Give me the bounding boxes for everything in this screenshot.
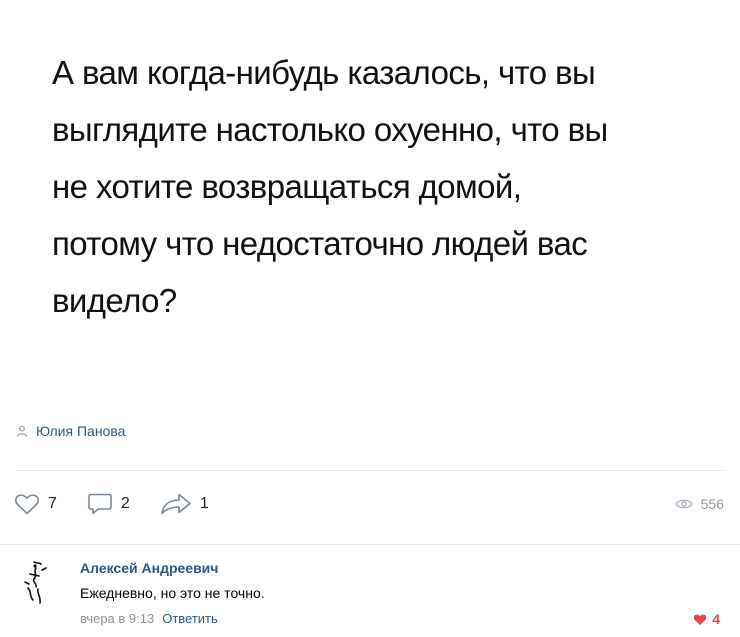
post-text-line: А вам когда-нибудь казалось, что вы [52,54,596,91]
heart-icon [15,494,39,515]
post-text-line: не хотите возвращаться домой, [52,168,522,205]
user-icon [16,425,28,437]
comment-button[interactable]: 2 [87,492,130,516]
post-text-line: видело? [52,282,177,319]
comment-icon [88,493,112,515]
divider [16,470,724,471]
comment-like-count: 4 [712,611,720,627]
comment-meta: вчера в 9:13 Ответить [80,611,218,626]
heart-icon [694,614,707,625]
post-actions: 7 2 1 [14,492,239,516]
post-text-line: потому что недостаточно людей вас [52,225,588,262]
post-author-signature[interactable]: Юлия Панова [16,423,125,439]
post-text-line: выглядите настолько охуенно, что вы [52,111,608,148]
avatar[interactable] [20,558,54,608]
views-count: 556 [700,496,724,512]
reply-button[interactable]: Ответить [162,611,218,626]
comment: Алексей Андреевич Ежедневно, но это не т… [0,545,740,637]
views-counter: 556 [674,496,724,512]
comment-text: Ежедневно, но это не точно. [80,585,265,601]
like-count: 7 [48,495,57,512]
comment-time[interactable]: вчера в 9:13 [80,611,154,626]
comment-like-button[interactable]: 4 [693,611,720,627]
share-count: 1 [199,495,209,512]
share-button[interactable]: 1 [160,492,209,516]
post-author-name: Юлия Панова [36,423,126,439]
comment-count: 2 [120,495,130,512]
comment-author[interactable]: Алексей Андреевич [80,560,218,576]
post-text: А вам когда-нибудь казалось, что вы выгл… [52,44,712,329]
eye-icon [674,499,693,509]
share-icon [161,493,191,515]
like-button[interactable]: 7 [14,492,57,516]
